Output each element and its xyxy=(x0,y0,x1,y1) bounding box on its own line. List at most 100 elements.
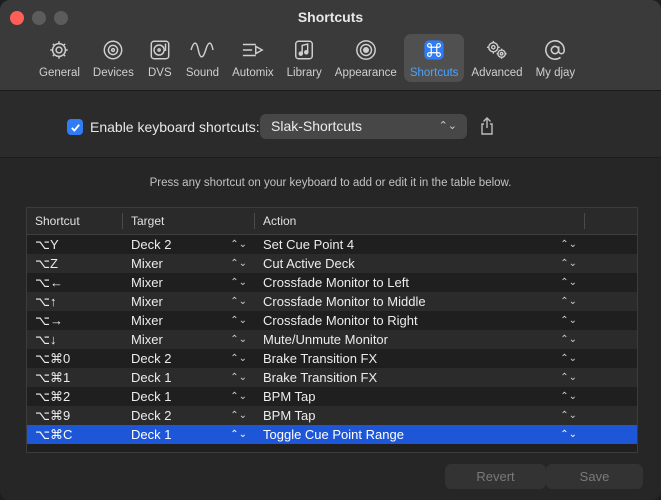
action-updown-icon[interactable]: ⌃⌄ xyxy=(560,368,577,387)
tab-appearance[interactable]: Appearance xyxy=(329,34,403,82)
table-header: Shortcut Target Action xyxy=(27,208,637,235)
tab-sound[interactable]: Sound xyxy=(180,34,225,82)
action-updown-icon[interactable]: ⌃⌄ xyxy=(560,330,577,349)
target-updown-icon[interactable]: ⌃⌄ xyxy=(230,425,247,444)
target-value: Deck 2 xyxy=(131,237,172,252)
action-updown-icon[interactable]: ⌃⌄ xyxy=(560,235,577,254)
turntable-icon xyxy=(147,37,173,63)
action-cell[interactable]: Crossfade Monitor to Right ⌃⌄ xyxy=(255,311,585,330)
action-cell[interactable]: Brake Transition FX ⌃⌄ xyxy=(255,368,585,387)
action-value: Cut Active Deck xyxy=(263,256,355,271)
shortcut-cell: ⌥Z xyxy=(35,256,58,271)
tab-automix[interactable]: Automix xyxy=(226,34,280,82)
shortcut-preset-select[interactable]: Slak-Shortcuts ⌃⌄ xyxy=(260,114,467,139)
automix-icon xyxy=(240,37,266,63)
tab-devices[interactable]: Devices xyxy=(87,34,140,82)
table-row[interactable]: ⌥⌘1 Deck 1 ⌃⌄ Brake Transition FX ⌃⌄ xyxy=(27,368,637,387)
action-cell[interactable]: BPM Tap ⌃⌄ xyxy=(255,406,585,425)
table-row[interactable]: ⌥⌘2 Deck 1 ⌃⌄ BPM Tap ⌃⌄ xyxy=(27,387,637,406)
target-cell[interactable]: Mixer ⌃⌄ xyxy=(123,254,255,273)
action-cell[interactable]: Cut Active Deck ⌃⌄ xyxy=(255,254,585,273)
table-row[interactable]: ⌥↑ Mixer ⌃⌄ Crossfade Monitor to Middle ⌃⌄ xyxy=(27,292,637,311)
tab-library-label: Library xyxy=(286,67,322,79)
target-cell[interactable]: Deck 1 ⌃⌄ xyxy=(123,368,255,387)
target-cell[interactable]: Mixer ⌃⌄ xyxy=(123,330,255,349)
column-header-action[interactable]: Action xyxy=(255,208,585,234)
waveform-icon xyxy=(189,37,215,63)
target-value: Mixer xyxy=(131,256,163,271)
target-value: Deck 1 xyxy=(131,389,172,404)
save-button[interactable]: Save xyxy=(546,464,643,489)
action-value: Brake Transition FX xyxy=(263,370,378,385)
target-cell[interactable]: Mixer ⌃⌄ xyxy=(123,292,255,311)
action-updown-icon[interactable]: ⌃⌄ xyxy=(560,406,577,425)
action-cell[interactable]: Brake Transition FX ⌃⌄ xyxy=(255,349,585,368)
target-updown-icon[interactable]: ⌃⌄ xyxy=(230,330,247,349)
table-row[interactable]: ⌥⌘0 Deck 2 ⌃⌄ Brake Transition FX ⌃⌄ xyxy=(27,349,637,368)
tab-general[interactable]: General xyxy=(33,34,86,82)
target-updown-icon[interactable]: ⌃⌄ xyxy=(230,273,247,292)
target-updown-icon[interactable]: ⌃⌄ xyxy=(230,292,247,311)
target-cell[interactable]: Mixer ⌃⌄ xyxy=(123,273,255,292)
action-cell[interactable]: Set Cue Point 4 ⌃⌄ xyxy=(255,235,585,254)
action-cell[interactable]: BPM Tap ⌃⌄ xyxy=(255,387,585,406)
tab-advanced-label: Advanced xyxy=(471,67,523,79)
action-cell[interactable]: Toggle Cue Point Range ⌃⌄ xyxy=(255,425,585,444)
target-cell[interactable]: Deck 1 ⌃⌄ xyxy=(123,387,255,406)
select-chevron-icon: ⌃⌄ xyxy=(438,120,457,132)
shortcut-preset-value: Slak-Shortcuts xyxy=(271,118,363,134)
column-header-target[interactable]: Target xyxy=(123,208,255,234)
column-header-empty xyxy=(585,208,637,234)
target-updown-icon[interactable]: ⌃⌄ xyxy=(230,349,247,368)
action-value: Brake Transition FX xyxy=(263,351,378,366)
target-cell[interactable]: Deck 1 ⌃⌄ xyxy=(123,425,255,444)
shortcut-cell: ⌥Y xyxy=(35,237,59,252)
target-cell[interactable]: Deck 2 ⌃⌄ xyxy=(123,235,255,254)
target-value: Mixer xyxy=(131,275,163,290)
table-row[interactable]: ⌥→ Mixer ⌃⌄ Crossfade Monitor to Right ⌃⌄ xyxy=(27,311,637,330)
share-button[interactable] xyxy=(480,117,496,135)
target-cell[interactable]: Deck 2 ⌃⌄ xyxy=(123,406,255,425)
target-updown-icon[interactable]: ⌃⌄ xyxy=(230,254,247,273)
action-updown-icon[interactable]: ⌃⌄ xyxy=(560,425,577,444)
shortcut-cell: ⌥⌘C xyxy=(35,427,73,442)
tab-my-djay[interactable]: My djay xyxy=(530,34,582,82)
target-updown-icon[interactable]: ⌃⌄ xyxy=(230,406,247,425)
tab-shortcuts-label: Shortcuts xyxy=(409,67,459,79)
tab-advanced[interactable]: Advanced xyxy=(465,34,528,82)
action-updown-icon[interactable]: ⌃⌄ xyxy=(560,387,577,406)
action-updown-icon[interactable]: ⌃⌄ xyxy=(560,311,577,330)
share-icon xyxy=(481,117,493,135)
action-updown-icon[interactable]: ⌃⌄ xyxy=(560,349,577,368)
target-updown-icon[interactable]: ⌃⌄ xyxy=(230,235,247,254)
table-row[interactable]: ⌥← Mixer ⌃⌄ Crossfade Monitor to Left ⌃⌄ xyxy=(27,273,637,292)
action-updown-icon[interactable]: ⌃⌄ xyxy=(560,292,577,311)
instructions-text: Press any shortcut on your keyboard to a… xyxy=(149,177,512,189)
target-updown-icon[interactable]: ⌃⌄ xyxy=(230,368,247,387)
shortcuts-window: Shortcuts General Devices DVS Sound Auto… xyxy=(0,0,661,500)
table-row[interactable]: ⌥↓ Mixer ⌃⌄ Mute/Unmute Monitor ⌃⌄ xyxy=(27,330,637,349)
shortcut-cell: ⌥⌘1 xyxy=(35,370,71,385)
preferences-toolbar: General Devices DVS Sound Automix Librar… xyxy=(33,34,582,84)
action-updown-icon[interactable]: ⌃⌄ xyxy=(560,273,577,292)
target-cell[interactable]: Deck 2 ⌃⌄ xyxy=(123,349,255,368)
enable-shortcuts-checkbox[interactable] xyxy=(67,119,83,135)
action-cell[interactable]: Mute/Unmute Monitor ⌃⌄ xyxy=(255,330,585,349)
shortcuts-table: Shortcut Target Action ⌥Y Deck 2 ⌃⌄ Set C… xyxy=(26,207,638,453)
tab-library[interactable]: Library xyxy=(281,34,328,82)
target-cell[interactable]: Mixer ⌃⌄ xyxy=(123,311,255,330)
tab-dvs[interactable]: DVS xyxy=(141,34,179,82)
action-value: Crossfade Monitor to Left xyxy=(263,275,409,290)
table-row-selected[interactable]: ⌥⌘C Deck 1 ⌃⌄ Toggle Cue Point Range ⌃⌄ xyxy=(27,425,637,444)
table-row[interactable]: ⌥Z Mixer ⌃⌄ Cut Active Deck ⌃⌄ xyxy=(27,254,637,273)
target-updown-icon[interactable]: ⌃⌄ xyxy=(230,311,247,330)
target-updown-icon[interactable]: ⌃⌄ xyxy=(230,387,247,406)
action-updown-icon[interactable]: ⌃⌄ xyxy=(560,254,577,273)
action-cell[interactable]: Crossfade Monitor to Middle ⌃⌄ xyxy=(255,292,585,311)
table-row[interactable]: ⌥Y Deck 2 ⌃⌄ Set Cue Point 4 ⌃⌄ xyxy=(27,235,637,254)
action-cell[interactable]: Crossfade Monitor to Left ⌃⌄ xyxy=(255,273,585,292)
revert-button[interactable]: Revert xyxy=(445,464,546,489)
tab-shortcuts[interactable]: Shortcuts xyxy=(403,34,465,82)
column-header-shortcut[interactable]: Shortcut xyxy=(27,208,123,234)
table-row[interactable]: ⌥⌘9 Deck 2 ⌃⌄ BPM Tap ⌃⌄ xyxy=(27,406,637,425)
